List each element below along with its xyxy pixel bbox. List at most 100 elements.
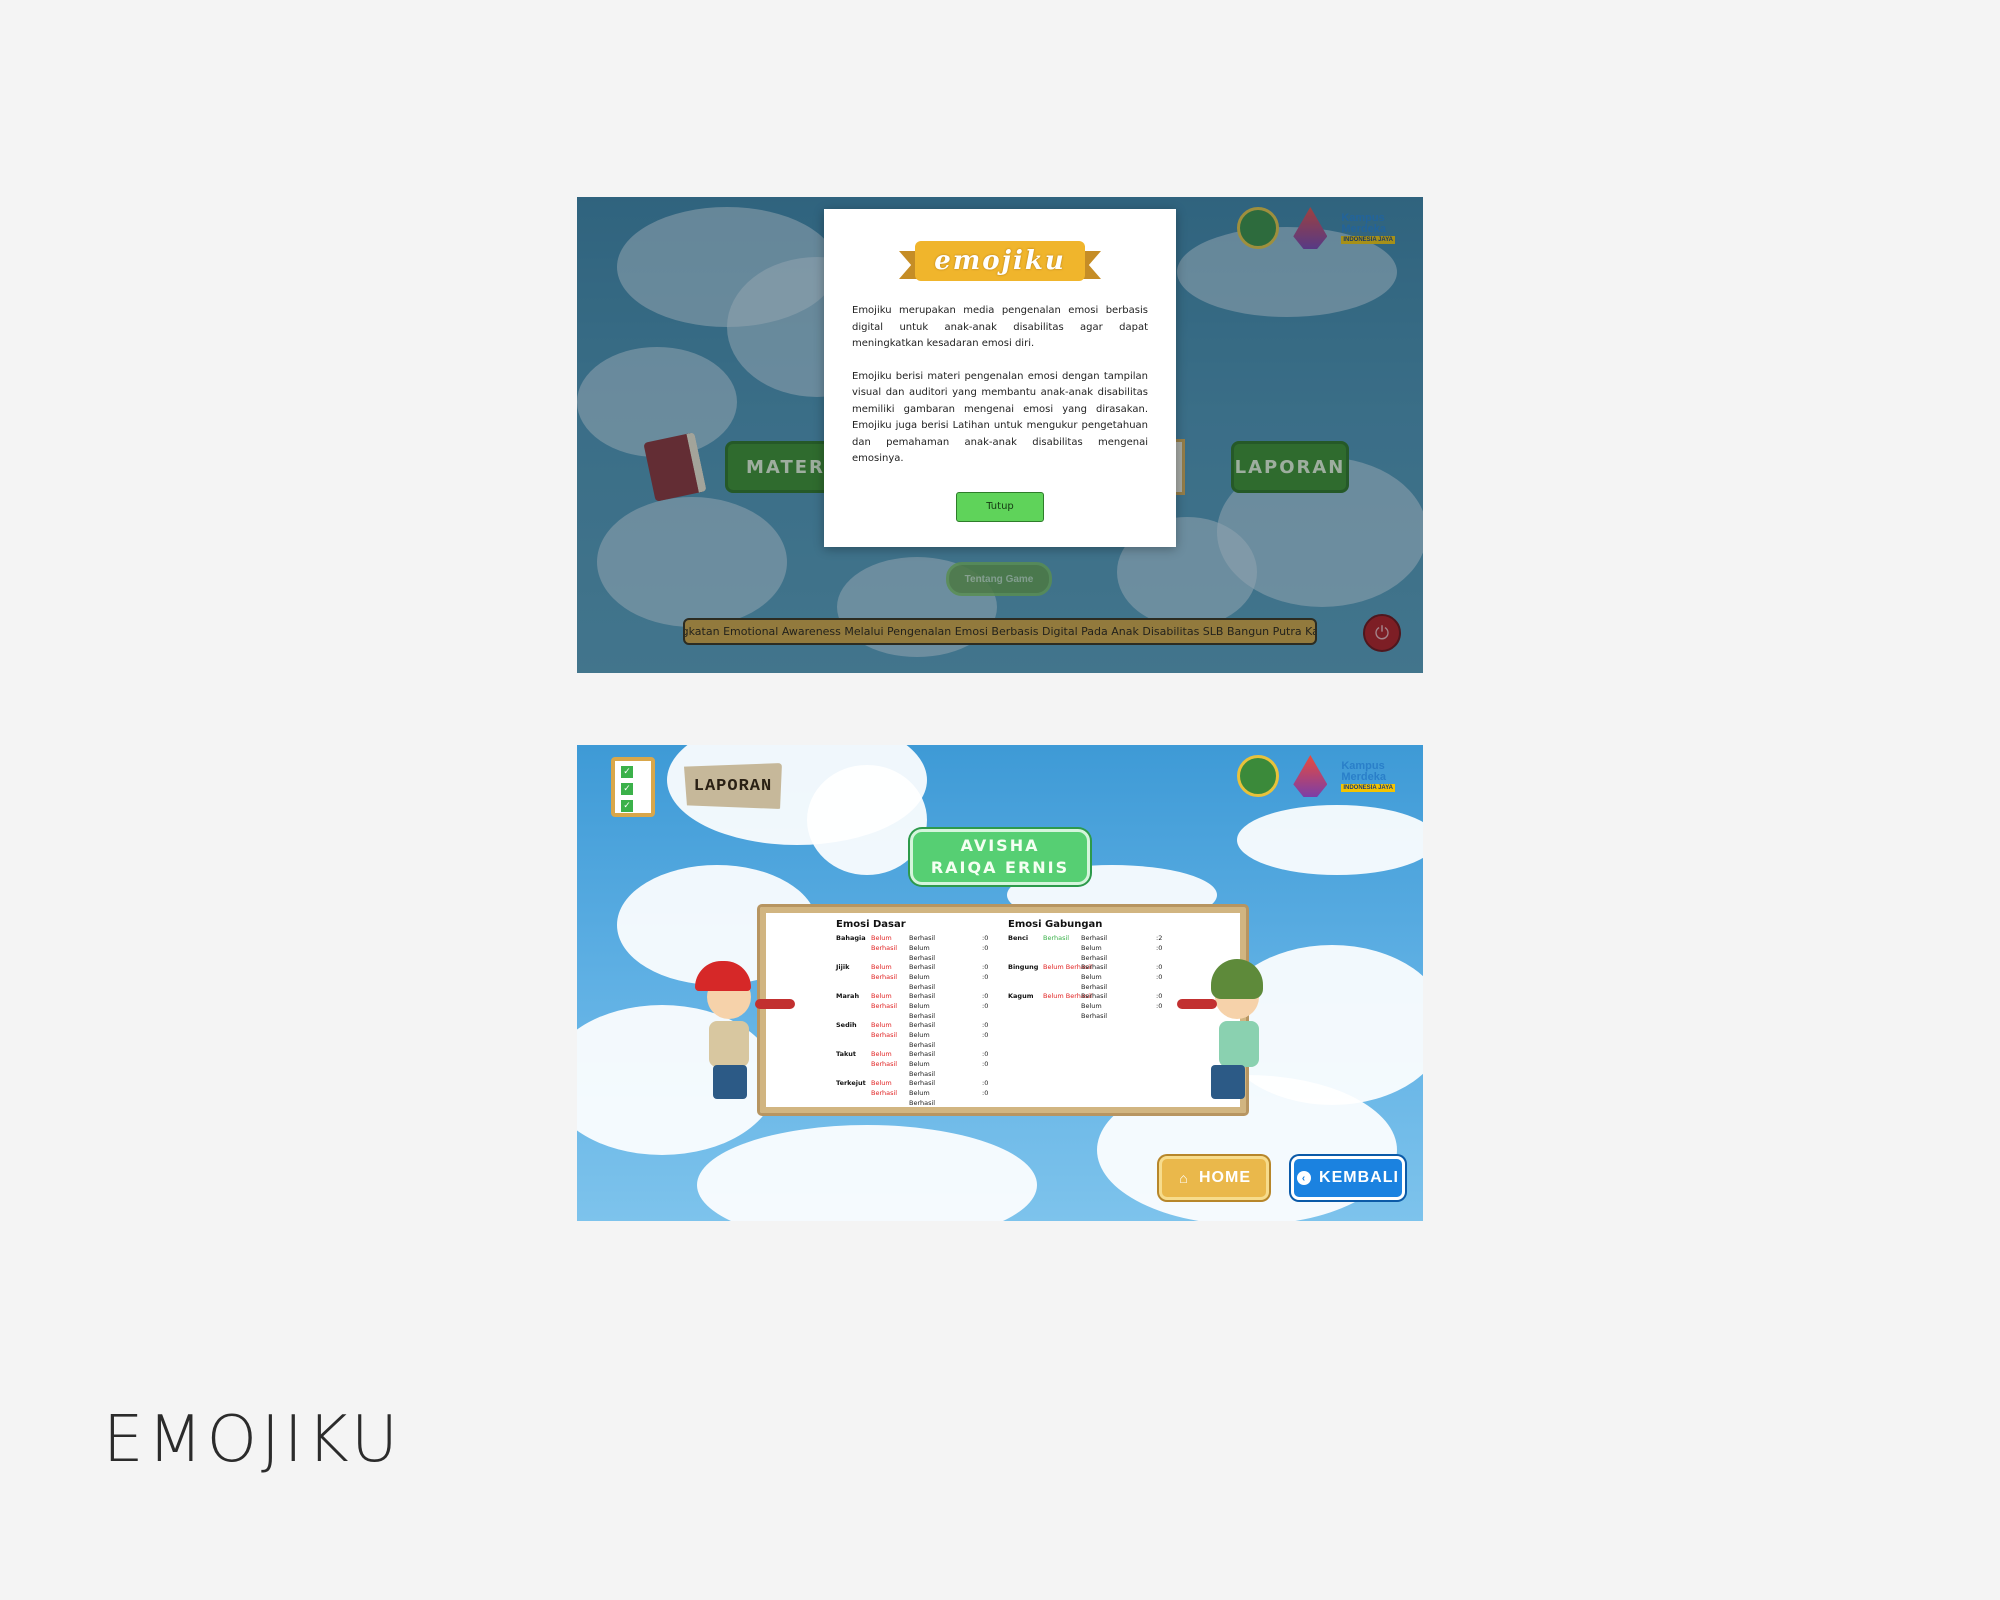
- green-helmet: [1211, 959, 1263, 999]
- count-berhasil: 0: [984, 934, 989, 942]
- partner-logos: Kampus Merdeka INDONESIA JAYA: [1237, 755, 1395, 797]
- label-belum-berhasil: Belum Berhasil: [909, 1031, 936, 1049]
- boy-illustration: [695, 961, 795, 1121]
- kembali-button[interactable]: ‹ KEMBALI: [1291, 1156, 1405, 1200]
- emotion-status: Belum Berhasil: [871, 963, 898, 981]
- modal-paragraph-1: Emojiku merupakan media pengenalan emosi…: [852, 305, 1148, 349]
- result-values: :0:0: [982, 1021, 989, 1039]
- emotion-name: Benci: [1008, 934, 1029, 942]
- emosi-gabungan-column: Emosi Gabungan Benci Berhasil Berhasil Belu…: [1008, 919, 1162, 1020]
- kampus-merdeka-line2: Merdeka: [1341, 770, 1386, 783]
- emotion-name: Bingung: [1008, 963, 1039, 971]
- count-berhasil: 0: [984, 1079, 989, 1087]
- result-values: :0:0: [1156, 963, 1163, 981]
- emotion-name: Jijik: [836, 963, 850, 971]
- count-belum-berhasil: 0: [984, 973, 989, 981]
- result-values: :2:0: [1156, 934, 1163, 952]
- label-belum-berhasil: Belum Berhasil: [909, 944, 936, 962]
- label-belum-berhasil: Belum Berhasil: [1081, 1002, 1108, 1020]
- result-values: :0:0: [982, 963, 989, 981]
- result-labels: Berhasil Belum Berhasil: [909, 933, 935, 963]
- emotion-status: Belum Berhasil: [871, 992, 898, 1010]
- main-menu-screen: Kampus Merdeka INDONESIA JAYA MATERI LAP…: [577, 197, 1423, 673]
- label-belum-berhasil: Belum Berhasil: [909, 973, 936, 991]
- label-berhasil: Berhasil: [909, 992, 936, 1000]
- emotion-name: Terkejut: [836, 1079, 866, 1087]
- count-belum-berhasil: 0: [984, 1002, 989, 1010]
- count-belum-berhasil: 0: [1158, 944, 1163, 952]
- count-belum-berhasil: 0: [984, 1060, 989, 1068]
- emotion-status: Belum Berhasil: [871, 1021, 898, 1039]
- emotion-status: Belum Berhasil: [871, 1050, 898, 1068]
- result-values: :0:0: [982, 934, 989, 952]
- result-values: :0:0: [982, 992, 989, 1010]
- emotion-row: Kagum Belum Berhasil Berhasil Belum Berhasi…: [1008, 991, 1162, 1020]
- kampus-merdeka-logo: Kampus Merdeka INDONESIA JAYA: [1341, 760, 1395, 792]
- label-berhasil: Berhasil: [909, 934, 936, 942]
- boy-legs: [713, 1065, 747, 1099]
- result-labels: Berhasil Belum Berhasil: [1081, 933, 1107, 963]
- emosi-dasar-rows: Bahagia Belum Berhasil Berhasil Belum Berha…: [836, 933, 988, 1107]
- emotion-row: Marah Belum Berhasil Berhasil Belum Berhasi…: [836, 991, 988, 1020]
- emojiku-logo: emojiku: [899, 239, 1101, 289]
- label-belum-berhasil: Belum Berhasil: [1081, 944, 1108, 962]
- count-belum-berhasil: 0: [1158, 973, 1163, 981]
- result-labels: Berhasil Belum Berhasil: [909, 991, 935, 1021]
- result-values: :0:0: [982, 1050, 989, 1068]
- label-berhasil: Berhasil: [1081, 963, 1108, 971]
- count-belum-berhasil: 0: [984, 944, 989, 952]
- emosi-dasar-title: Emosi Dasar: [836, 919, 906, 930]
- emotion-row: Bahagia Belum Berhasil Berhasil Belum Berha…: [836, 933, 988, 962]
- toy-plane-icon: [1177, 999, 1217, 1009]
- university-logo-icon: [1293, 755, 1328, 797]
- school-emblem-icon: [1237, 755, 1280, 797]
- label-berhasil: Berhasil: [909, 963, 936, 971]
- brand-title: EMOJIKU: [103, 1403, 402, 1477]
- result-labels: Berhasil Belum Berhasil: [909, 962, 935, 992]
- emojiku-logo-text: emojiku: [915, 241, 1085, 281]
- emotion-name: Kagum: [1008, 992, 1034, 1000]
- home-button[interactable]: ⌂ HOME: [1159, 1156, 1269, 1200]
- result-labels: Berhasil Belum Berhasil: [1081, 991, 1107, 1021]
- emotion-row: Benci Berhasil Berhasil Belum Berhasil :2:0: [1008, 933, 1162, 962]
- checklist-icon: ✓ ✓ ✓: [611, 757, 655, 817]
- tutup-button[interactable]: Tutup: [956, 491, 1044, 522]
- label-berhasil: Berhasil: [909, 1050, 936, 1058]
- report-board: Emosi Dasar Bahagia Belum Berhasil Berhasi…: [757, 904, 1249, 1116]
- result-values: :0:0: [982, 1079, 989, 1097]
- boy-body: [709, 1021, 749, 1067]
- emotion-name: Marah: [836, 992, 860, 1000]
- label-belum-berhasil: Belum Berhasil: [909, 1002, 936, 1020]
- count-berhasil: 0: [984, 1050, 989, 1058]
- emotion-row: Terkejut Belum Berhasil Berhasil Belum Berh…: [836, 1078, 988, 1107]
- label-belum-berhasil: Belum Berhasil: [909, 1089, 936, 1107]
- count-berhasil: 0: [1158, 992, 1163, 1000]
- emosi-dasar-column: Emosi Dasar Bahagia Belum Berhasil Berhasi…: [836, 919, 988, 1107]
- laporan-screen: ✓ ✓ ✓ LAPORAN Kampus Merdeka INDONESIA JAY…: [577, 745, 1423, 1221]
- emotion-row: Bingung Belum Berhasil Berhasil Belum Berha…: [1008, 962, 1162, 991]
- count-berhasil: 0: [984, 992, 989, 1000]
- cloud: [1237, 805, 1423, 875]
- count-berhasil: 2: [1158, 934, 1163, 942]
- emotion-status: Belum Berhasil: [871, 1079, 898, 1097]
- cloud: [697, 1125, 1037, 1221]
- girl-legs: [1211, 1065, 1245, 1099]
- label-berhasil: Berhasil: [1081, 934, 1108, 942]
- count-belum-berhasil: 0: [984, 1089, 989, 1097]
- cloud: [807, 765, 927, 875]
- emotion-row: Sedih Belum Berhasil Berhasil Belum Berhasi…: [836, 1020, 988, 1049]
- count-berhasil: 0: [984, 963, 989, 971]
- label-berhasil: Berhasil: [909, 1079, 936, 1087]
- red-cap: [695, 961, 751, 991]
- emotion-row: Jijik Belum Berhasil Berhasil Belum Berhasi…: [836, 962, 988, 991]
- count-berhasil: 0: [984, 1021, 989, 1029]
- kembali-label: KEMBALI: [1319, 1169, 1399, 1186]
- result-labels: Berhasil Belum Berhasil: [1081, 962, 1107, 992]
- result-labels: Berhasil Belum Berhasil: [909, 1020, 935, 1050]
- result-labels: Berhasil Belum Berhasil: [909, 1049, 935, 1079]
- count-belum-berhasil: 0: [984, 1031, 989, 1039]
- page-title: LAPORAN: [684, 763, 782, 809]
- about-modal: emojiku Emojiku merupakan media pengenal…: [824, 209, 1176, 547]
- emotion-row: Takut Belum Berhasil Berhasil Belum Berhasi…: [836, 1049, 988, 1078]
- label-belum-berhasil: Belum Berhasil: [1081, 973, 1108, 991]
